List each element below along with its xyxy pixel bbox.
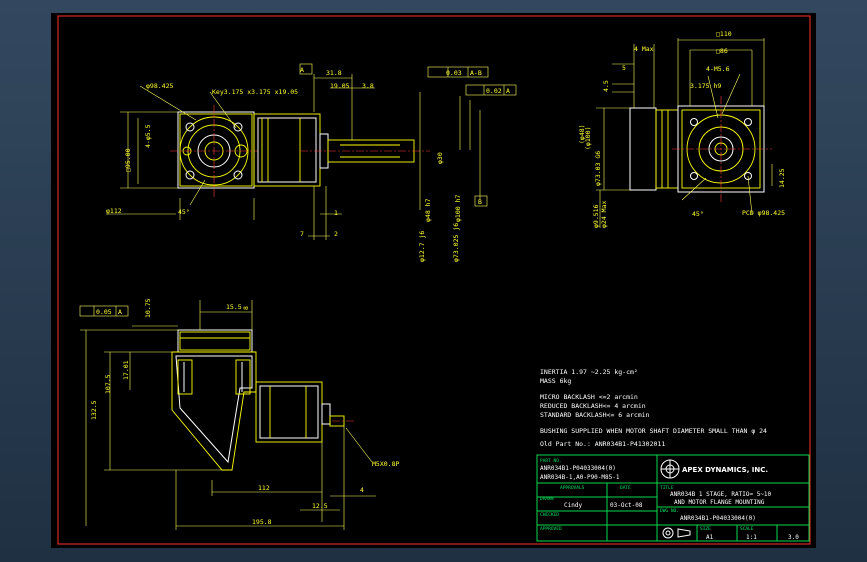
dim-4-5: 4.5 [602,80,610,92]
key-label: Key3.175 x3.175 x19.05 [212,88,298,96]
side-vert-1: φ73.03 G6 [594,151,602,186]
runout-reference: A-B [470,69,482,77]
note-line: BUSHING SUPPLIED WHEN MOTOR SHAFT DIAMET… [540,427,767,435]
datum-b-label: B [478,198,482,206]
side-vert-2: φ9.516 [592,204,600,228]
dim-31-8: 31.8 [326,69,342,77]
dim-107-5: 107.5 [104,374,112,394]
dim-12-5: 12.5 [312,502,328,510]
dim-10-75: 10.75 [144,298,152,318]
scale-value: 1:1 [746,534,757,541]
bolt-label: 4-M5.6 [706,65,730,73]
dwg-label: DWG NO. [660,508,679,514]
drawn-date: 03-Oct-08 [610,502,643,509]
approved-label: APPROVED [540,526,562,532]
dim-2: 2 [334,230,338,238]
dim-195-8: 195.8 [252,518,272,526]
approvals-label: APPROVALS [560,485,585,491]
note-line: REDUCED BACKLASH<= 4 arcmin [540,402,646,410]
notes-block: INERTIA 1.97 ~2.25 kg-cm² MASS 6kg MICRO… [540,368,767,448]
note-line: Old Part No.: ANR034B1-P41302011 [540,440,665,448]
square-110-label: □110 [716,30,732,38]
pilot-2-label: φ73.025 j6 [452,223,460,262]
dia-112-label: φ112 [106,207,122,215]
side-vert-5: (φ100) [584,127,592,150]
part-no-label: PART NO. [540,458,562,464]
date-label: DATE [620,485,631,491]
note-line: INERTIA 1.97 ~2.25 kg-cm² [540,368,638,376]
dim-4-bottom: 4 [360,486,364,494]
note-line: MASS 6kg [540,377,571,385]
side-vert-3: φ24 Max [600,201,608,228]
revision: 3.0 [788,534,799,541]
flatness-reference: A [506,87,510,95]
pilot-4-label: φ100 h7 [454,195,462,222]
drawn-by: Cindy [564,502,582,509]
dim-15-5: 15.5 [226,303,242,311]
shaft-dia-label: φ30 [436,152,444,164]
sheet-border [57,15,811,545]
title-line-2: AND MOTOR FLANGE MOUNTING [674,499,765,506]
thread-label: M5X0.8P [372,460,399,468]
bolt-holes-label: 4-φ5.5 [144,124,152,148]
dim-3-175: 3.175 h9 [690,82,721,90]
bolt-circle-label: PCD φ98.425 [742,209,785,217]
square-86-label: □86 [716,47,728,55]
cad-drawing: A B 31.8 19.05 3.8 0.03 A-B 0.02 A φ98.4… [57,15,811,545]
note-line: MICRO BACKLASH <=2 arcmin [540,393,638,401]
pilot-3-label: φ48 h7 [424,198,432,222]
dim-3-8: 3.8 [362,82,374,90]
pcd-left-label: φ98.425 [146,82,173,90]
bottom-view [79,300,376,530]
size-label: SIZE [700,526,711,532]
company-name: APEX DYNAMICS, INC. [682,466,768,474]
checked-label: CHECKED [540,512,559,518]
dim-132-5: 132.5 [90,400,98,420]
dim-5: 5 [622,64,626,72]
drawn-label: DRAWN [540,496,554,502]
dim-14-25: 14.25 [778,168,786,188]
flatness-tolerance: 0.02 [486,87,502,95]
dim-7: 7 [300,230,304,238]
datum-a-label: A [300,66,304,74]
angle-right-label: 45° [692,210,704,218]
dim-17-01: 17.01 [122,360,130,380]
dim-1: 1 [334,209,338,217]
note-line: STANDARD BACKLASH<= 6 arcmin [540,411,650,419]
dwg-no: ANR034B1-P04033004(0) [680,515,756,522]
title-line-1: ANR034B 1 STAGE, RATIO= 5~10 [670,491,772,498]
pilot-1-label: φ12.7 j6 [418,231,426,262]
dim-112: 112 [258,484,270,492]
part-no-1: ANR034B1-P04033004(0) [540,465,616,472]
angle-left-label: 45° [178,208,190,216]
bottom-tolerance: 0.05 [96,308,112,316]
dim-4-max: 4 Max [634,45,654,53]
dim-8: 8 [242,306,250,310]
size-value: A1 [706,534,714,541]
part-no-2: ANR034B-1,A0-P90-M85-1 [540,474,620,481]
scale-label: SCALE [740,526,754,532]
runout-tolerance: 0.03 [446,69,462,77]
square-left-label: □95.00 [124,148,132,172]
dim-19-05: 19.05 [330,82,350,90]
bottom-tolerance-ref: A [118,308,122,316]
